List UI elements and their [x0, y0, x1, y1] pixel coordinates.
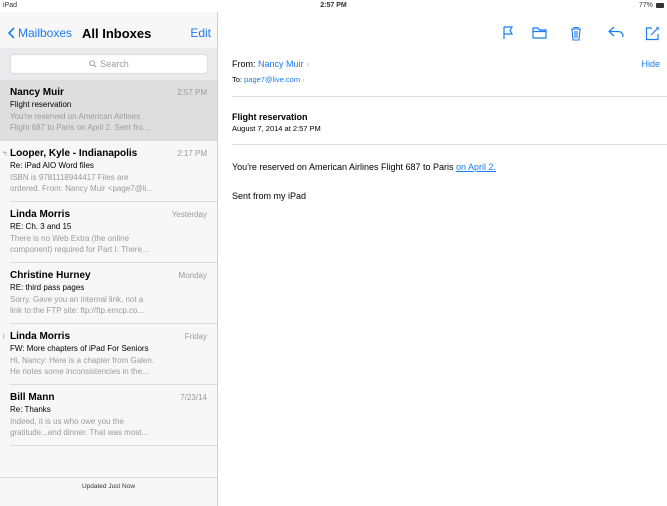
search-input[interactable]: Search	[10, 54, 208, 74]
message-preview: Sorry. Gave you an internal link, not al…	[10, 295, 145, 315]
message-time: Yesterday	[171, 210, 207, 219]
message-subject: RE: third pass pages	[10, 283, 85, 292]
message-subject: Re: Thanks	[10, 405, 51, 414]
message-row[interactable]: ↰ Looper, Kyle - Indianapolis 2:17 PM Re…	[2, 141, 217, 202]
to-label: To:	[232, 75, 243, 84]
folder-icon[interactable]	[532, 26, 547, 39]
signature: Sent from my iPad	[232, 191, 307, 201]
mailboxes-back-button[interactable]: Mailboxes	[8, 26, 72, 40]
message-date: August 7, 2014 at 2:57 PM	[232, 124, 321, 133]
message-time: 7/23/14	[180, 393, 207, 402]
message-sender: Linda Morris	[10, 209, 71, 220]
message-time: 2:17 PM	[177, 149, 207, 158]
mail-list-pane: Mailboxes All Inboxes Edit Search Nancy …	[0, 12, 218, 506]
from-name[interactable]: Nancy Muir	[258, 59, 304, 69]
message-sender: Linda Morris	[10, 331, 71, 342]
subject-divider	[232, 144, 667, 145]
message-subject: Re: iPad AIO Word files	[10, 161, 94, 170]
from-line: From: Nancy Muir ›	[232, 59, 309, 69]
message-time: 2:57 PM	[177, 88, 207, 97]
battery-icon	[656, 3, 664, 8]
body-text: You're reserved on American Airlines Fli…	[232, 162, 457, 172]
message-row[interactable]: ⌇ Linda Morris Friday FW: More chapters …	[2, 324, 217, 385]
footer-divider	[0, 477, 217, 478]
message-subject: Flight reservation	[10, 100, 72, 109]
chevron-right-icon: ›	[302, 75, 305, 84]
message-preview: You're reserved on American Airlines Flig…	[10, 112, 150, 132]
message-subject: RE: Ch. 3 and 15	[10, 222, 72, 231]
message-sender: Bill Mann	[10, 392, 55, 403]
message-row[interactable]: Christine Hurney Monday RE: third pass p…	[10, 263, 217, 324]
replied-icon: ↰	[2, 151, 8, 158]
edit-button[interactable]: Edit	[190, 26, 211, 40]
message-subject: FW: More chapters of iPad For Seniors	[10, 344, 149, 353]
chevron-left-icon	[8, 27, 15, 39]
message-sender: Nancy Muir	[10, 87, 64, 98]
flag-icon[interactable]	[502, 26, 514, 40]
updated-status: Updated Just Now	[81, 483, 136, 490]
list-nav-bar: Mailboxes All Inboxes Edit	[0, 12, 217, 48]
search-placeholder: Search	[100, 59, 129, 69]
chevron-right-icon: ›	[306, 59, 310, 69]
message-sender: Looper, Kyle - Indianapolis	[10, 148, 138, 159]
search-icon	[89, 60, 97, 68]
to-line: To: page7@live.com ›	[232, 75, 305, 84]
trash-icon[interactable]	[570, 26, 582, 41]
hide-button[interactable]: Hide	[641, 59, 660, 69]
message-preview: There is no Web Extra (the online compone…	[10, 234, 149, 254]
message-toolbar	[218, 12, 667, 48]
battery-percent: 77%	[638, 2, 653, 9]
message-preview: Indeed, it is us who owe you the gratitud…	[10, 417, 149, 437]
message-sender: Christine Hurney	[10, 270, 91, 281]
date-link[interactable]: on April 2.	[456, 162, 496, 172]
message-body: You're reserved on American Airlines Fli…	[232, 162, 496, 172]
clock: 2:57 PM	[320, 2, 347, 9]
message-pane: From: Nancy Muir › Hide To: page7@live.c…	[218, 12, 667, 506]
message-row-selected[interactable]: Nancy Muir 2:57 PM Flight reservation Yo…	[0, 80, 217, 141]
mailboxes-label: Mailboxes	[18, 26, 73, 40]
compose-icon[interactable]	[645, 26, 660, 41]
to-address[interactable]: page7@live.com	[244, 75, 300, 84]
reply-icon[interactable]	[608, 26, 624, 38]
message-time: Monday	[178, 271, 207, 280]
search-bar: Search	[0, 48, 217, 80]
message-row[interactable]: Linda Morris Yesterday RE: Ch. 3 and 15 …	[10, 202, 217, 263]
message-subject-heading: Flight reservation	[232, 112, 308, 122]
header-divider	[232, 96, 667, 97]
page-title: All Inboxes	[82, 26, 152, 41]
from-label: From:	[232, 59, 256, 69]
message-list: Nancy Muir 2:57 PM Flight reservation Yo…	[0, 80, 217, 446]
message-preview: Hi, Nancy: Here is a chapter from Galen.…	[10, 356, 155, 376]
status-bar: iPad 2:57 PM 77%	[0, 0, 667, 12]
message-time: Friday	[184, 332, 207, 341]
message-preview: ISBN is 9781118944417 Files are ordered. …	[10, 173, 154, 193]
attachment-icon: ⌇	[2, 334, 6, 341]
message-row[interactable]: Bill Mann 7/23/14 Re: Thanks Indeed, it …	[10, 385, 217, 446]
